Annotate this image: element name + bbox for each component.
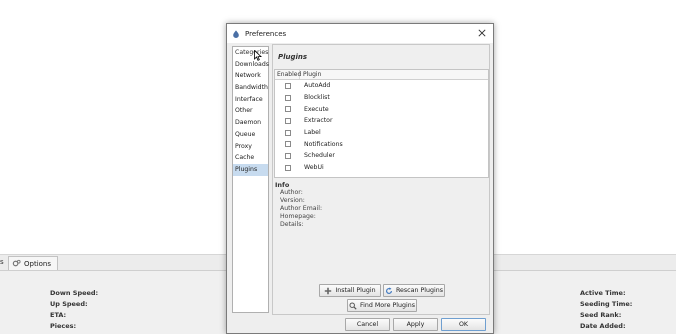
- options-icon: [12, 259, 21, 267]
- stat-seeding-time: Seeding Time:: [580, 300, 633, 308]
- plugin-name: Scheduler: [304, 152, 335, 160]
- category-interface[interactable]: Interface: [233, 94, 268, 106]
- plugin-checkbox[interactable]: [285, 106, 291, 113]
- category-bandwidth[interactable]: Bandwidth: [233, 82, 268, 94]
- stat-up-speed: Up Speed:: [50, 300, 88, 308]
- plugin-row[interactable]: Execute: [275, 103, 488, 115]
- find-more-plugins-button[interactable]: Find More Plugins: [347, 299, 417, 312]
- plugin-name: Extractor: [304, 117, 333, 125]
- mouse-cursor-icon: [254, 50, 262, 61]
- plugin-checkbox[interactable]: [285, 129, 291, 136]
- plugin-name: AutoAdd: [304, 82, 331, 90]
- rescan-plugins-button[interactable]: Rescan Plugins: [383, 284, 445, 297]
- rescan-plugins-label: Rescan Plugins: [395, 287, 444, 294]
- plugin-name: Notifications: [304, 140, 343, 148]
- categories-list: Categories Downloads Network Bandwidth I…: [232, 46, 269, 313]
- stat-down-speed: Down Speed:: [50, 289, 99, 297]
- plugin-row[interactable]: Blocklist: [275, 92, 488, 104]
- dialog-title: Preferences: [245, 29, 287, 38]
- search-icon: [349, 301, 357, 310]
- plugin-row[interactable]: WebUi: [275, 162, 488, 174]
- plugin-row[interactable]: Label: [275, 127, 488, 139]
- find-more-plugins-label: Find More Plugins: [359, 302, 416, 309]
- category-other[interactable]: Other: [233, 105, 268, 117]
- category-plugins[interactable]: Plugins: [233, 163, 268, 176]
- app-icon: [233, 29, 239, 38]
- plugin-name: Label: [304, 129, 321, 137]
- category-network[interactable]: Network: [233, 70, 268, 82]
- title-bar[interactable]: Preferences: [227, 24, 493, 43]
- cancel-button[interactable]: Cancel: [345, 318, 390, 331]
- plugins-page: Plugins Enabled Plugin AutoAdd Blocklist…: [272, 44, 490, 315]
- info-author-email: Author Email:: [280, 205, 323, 212]
- table-header: Enabled Plugin: [275, 70, 488, 80]
- info-homepage: Homepage:: [280, 213, 316, 220]
- install-plugin-button[interactable]: Install Plugin: [319, 284, 381, 297]
- section-title: Plugins: [278, 53, 308, 61]
- stat-eta: ETA:: [50, 311, 67, 319]
- category-queue[interactable]: Queue: [233, 129, 268, 141]
- plugin-checkbox[interactable]: [285, 164, 291, 171]
- stat-active-time: Active Time:: [580, 289, 626, 297]
- plugin-name: Blocklist: [304, 94, 330, 102]
- close-icon: [478, 29, 486, 37]
- plugin-checkbox[interactable]: [285, 94, 291, 101]
- plugin-checkbox[interactable]: [285, 82, 291, 89]
- plugin-info: Info Author: Version: Author Email: Home…: [275, 181, 485, 229]
- info-title: Info: [275, 181, 290, 189]
- category-daemon[interactable]: Daemon: [233, 117, 268, 129]
- cancel-label: Cancel: [356, 321, 379, 328]
- stat-pieces: Pieces:: [50, 322, 77, 330]
- plugin-table: Enabled Plugin AutoAdd Blocklist Execute…: [274, 69, 489, 178]
- plugin-row[interactable]: Notifications: [275, 138, 488, 150]
- category-cache[interactable]: Cache: [233, 152, 268, 164]
- ok-button[interactable]: OK: [441, 318, 486, 331]
- info-details: Details:: [280, 221, 304, 228]
- column-plugin[interactable]: Plugin: [300, 70, 321, 79]
- plugin-row[interactable]: Scheduler: [275, 150, 488, 162]
- tab-options-label: Options: [24, 259, 52, 268]
- info-version: Version:: [280, 197, 305, 204]
- plugin-name: Execute: [304, 105, 329, 113]
- plugin-checkbox[interactable]: [285, 117, 291, 124]
- preferences-dialog: Preferences Categories Downloads Network…: [226, 23, 494, 334]
- tab-options[interactable]: Options: [8, 256, 59, 270]
- column-enabled[interactable]: Enabled: [275, 70, 301, 79]
- plugin-checkbox[interactable]: [285, 152, 291, 159]
- stat-date-added: Date Added:: [580, 322, 626, 330]
- close-button[interactable]: [476, 27, 488, 39]
- plugin-row[interactable]: AutoAdd: [275, 80, 488, 92]
- plugin-row[interactable]: Extractor: [275, 115, 488, 127]
- ok-label: OK: [458, 321, 469, 328]
- plugin-name: WebUi: [304, 164, 324, 172]
- apply-label: Apply: [406, 321, 425, 328]
- category-proxy[interactable]: Proxy: [233, 141, 268, 153]
- refresh-icon: [385, 286, 392, 294]
- info-author: Author:: [280, 189, 303, 196]
- plus-icon: [325, 287, 332, 294]
- category-downloads[interactable]: Downloads: [233, 59, 269, 71]
- plugin-checkbox[interactable]: [285, 141, 291, 148]
- categories-header: Categories: [235, 49, 269, 56]
- install-plugin-label: Install Plugin: [335, 287, 376, 294]
- tab-partial[interactable]: s: [0, 258, 4, 266]
- stat-seed-rank: Seed Rank:: [580, 311, 622, 319]
- apply-button[interactable]: Apply: [393, 318, 438, 331]
